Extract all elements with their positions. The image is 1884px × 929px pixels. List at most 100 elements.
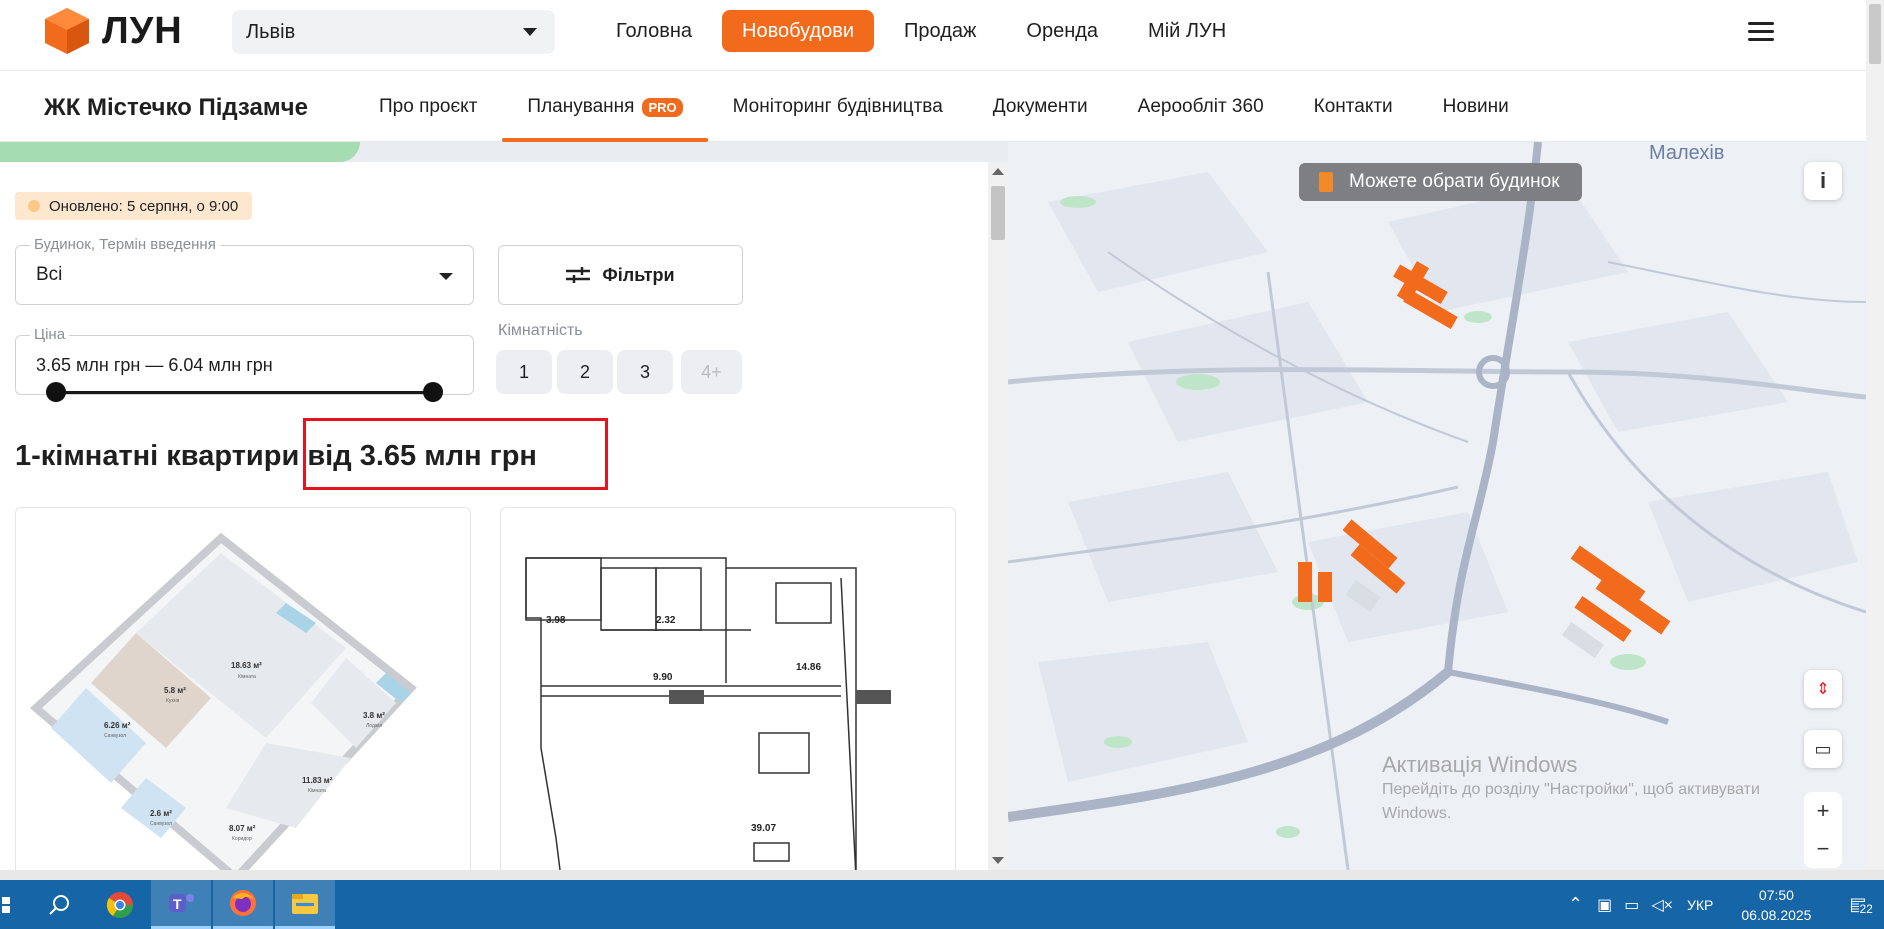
network-icon[interactable]: ▣ — [1597, 895, 1612, 915]
city-select[interactable]: Львів — [232, 10, 555, 54]
plan1-room-4-area: 3.8 м² — [363, 711, 385, 720]
apartment-card-1[interactable]: 18.63 м² Кімната 5.8 м² Кухня 6.26 м² Са… — [15, 507, 471, 870]
plan1-room-3-area: 6.26 м² — [104, 721, 131, 730]
watermark-title: Активація Windows — [1382, 752, 1578, 777]
map-place-label: Малехів — [1649, 142, 1725, 164]
clock-time: 07:50 — [1758, 886, 1794, 903]
status-dot-icon — [28, 200, 40, 212]
plan2-area-2: 2.32 — [656, 615, 676, 626]
main-nav: Головна Новобудови Продаж Оренда Мій ЛУН — [596, 10, 1256, 52]
chrome-icon[interactable] — [90, 880, 150, 929]
search-icon[interactable] — [30, 880, 90, 929]
scroll-up-icon[interactable] — [992, 168, 1004, 175]
plan2-area-3: 14.86 — [796, 662, 821, 673]
battery-icon[interactable]: ▭ — [1624, 895, 1639, 915]
plan1-room-7-name: Коридор — [232, 836, 252, 842]
tab-monitoring-label: Моніторинг будівництва — [732, 96, 943, 117]
plan1-room-1-name: Кімната — [238, 674, 256, 680]
listing-content: Оновлено: 5 серпня, о 9:00 Будинок, Терм… — [0, 162, 988, 870]
windows-taskbar: T ⌃ ▣ ▭ ◁× УКР 07:50 06.08.2025 ▤ 22 — [0, 880, 1884, 929]
tab-contacts[interactable]: Контакти — [1289, 72, 1418, 142]
choose-building-text: Можете обрати будинок — [1349, 171, 1560, 192]
building-icon — [1319, 172, 1333, 192]
rooms-2-button[interactable]: 2 — [557, 350, 613, 394]
nav-home[interactable]: Головна — [596, 10, 712, 52]
plan1-room-2-name: Кухня — [166, 698, 180, 704]
plan1-room-6-area: 2.6 м² — [150, 809, 172, 818]
scroll-thumb[interactable] — [991, 186, 1005, 240]
rooms-4plus-button[interactable]: 4+ — [681, 350, 742, 394]
nav-my-lun[interactable]: Мій ЛУН — [1128, 10, 1246, 52]
nav-sale[interactable]: Продаж — [884, 10, 996, 52]
price-slider-track[interactable] — [55, 391, 433, 394]
building-select[interactable]: Будинок, Термін введення Всі — [15, 236, 474, 305]
heading-prefix: 1-кімнатні квартири — [15, 440, 300, 472]
tab-aerial-label: Аерооблiт 360 — [1137, 96, 1264, 117]
updated-text: Оновлено: 5 серпня, о 9:00 — [49, 197, 239, 215]
price-slider-max-handle[interactable] — [423, 382, 443, 402]
listing-scrollbar[interactable] — [988, 162, 1008, 870]
tab-monitoring[interactable]: Моніторинг будівництва — [708, 72, 968, 142]
logo[interactable]: ЛУН — [44, 7, 183, 55]
volume-muted-icon[interactable]: ◁× — [1651, 895, 1673, 915]
tab-news[interactable]: Новини — [1418, 72, 1534, 142]
chevron-up-icon[interactable]: ⌃ — [1568, 894, 1583, 915]
nav-rent[interactable]: Оренда — [1006, 10, 1118, 52]
rooms-1-button[interactable]: 1 — [496, 350, 552, 394]
zoom-out-icon[interactable]: − — [1804, 830, 1842, 868]
watermark-line-2: Windows. — [1382, 805, 1452, 822]
map-view[interactable]: Можете обрати будинок Малехів i ⇕ ▭ + − … — [1008, 142, 1866, 870]
compass-icon[interactable]: ⇕ — [1804, 670, 1842, 708]
red-highlight-box — [303, 418, 608, 490]
tab-layouts[interactable]: Планування PRO — [502, 72, 708, 142]
updated-badge: Оновлено: 5 серпня, о 9:00 — [15, 192, 253, 220]
watermark-line-1: Перейдіть до розділу "Настройки", щоб ак… — [1382, 781, 1760, 798]
scroll-down-icon[interactable] — [992, 857, 1004, 864]
rooms-label: Кімнатність — [498, 322, 583, 339]
firefox-icon[interactable] — [213, 880, 273, 929]
info-icon[interactable]: i — [1804, 162, 1842, 200]
filters-button[interactable]: Фільтри — [498, 245, 743, 305]
plan1-room-2-area: 5.8 м² — [164, 686, 186, 695]
system-tray: ⌃ ▣ ▭ ◁× УКР 07:50 06.08.2025 ▤ 22 — [1568, 880, 1873, 929]
tab-layouts-label: Планування — [527, 96, 635, 117]
apartment-card-2[interactable]: 3.98 2.32 14.86 9.90 39.07 — [500, 507, 956, 870]
project-header: ЖК Містечко Підзамче Про проєкт Плануван… — [0, 72, 1866, 142]
tab-documents-label: Документи — [992, 96, 1088, 117]
plan2-area-5: 39.07 — [751, 823, 776, 834]
plan1-room-3-name: Санвузол — [104, 733, 126, 739]
city-value: Львів — [246, 20, 296, 43]
svg-text:T: T — [173, 896, 182, 912]
teams-icon[interactable]: T — [151, 880, 211, 929]
plan2-area-4: 9.90 — [653, 672, 673, 683]
price-slider-min-handle[interactable] — [46, 382, 66, 402]
chevron-down-icon — [439, 273, 453, 280]
file-explorer-icon[interactable] — [275, 880, 335, 929]
hamburger-menu-icon[interactable] — [1748, 22, 1774, 42]
zoom-in-icon[interactable]: + — [1804, 792, 1842, 830]
tab-aerial-360[interactable]: Аерооблiт 360 — [1113, 72, 1289, 142]
plan2-area-1: 3.98 — [546, 615, 566, 626]
price-range-field[interactable]: Ціна 3.65 млн грн — 6.04 млн грн — [15, 326, 474, 395]
project-title: ЖК Містечко Підзамче — [44, 94, 308, 121]
ruler-icon[interactable]: ▭ — [1804, 730, 1842, 768]
start-icon[interactable] — [0, 880, 14, 929]
choose-building-pill[interactable]: Можете обрати будинок — [1299, 163, 1582, 201]
notifications-icon[interactable]: ▤ 22 — [1849, 894, 1873, 916]
rooms-3-button[interactable]: 3 — [617, 350, 673, 394]
filters-button-label: Фільтри — [602, 264, 675, 285]
tab-about[interactable]: Про проєкт — [354, 72, 502, 142]
page-scrollbar[interactable] — [1866, 0, 1884, 870]
clock[interactable]: 07:50 06.08.2025 — [1741, 885, 1811, 925]
clock-date: 06.08.2025 — [1741, 906, 1812, 923]
chevron-down-icon — [523, 28, 537, 36]
page: ЛУН Львів Головна Новобудови Продаж Орен… — [0, 0, 1884, 929]
plan1-room-6-name: Санвузол — [150, 821, 172, 827]
language-indicator[interactable]: УКР — [1687, 897, 1713, 913]
tab-documents[interactable]: Документи — [968, 72, 1113, 142]
sliders-icon — [566, 267, 591, 283]
page-scroll-thumb[interactable] — [1869, 4, 1881, 64]
plan1-room-5-name: Кімната — [308, 788, 326, 794]
nav-new-buildings[interactable]: Новобудови — [722, 10, 875, 52]
pro-badge: PRO — [642, 97, 683, 117]
